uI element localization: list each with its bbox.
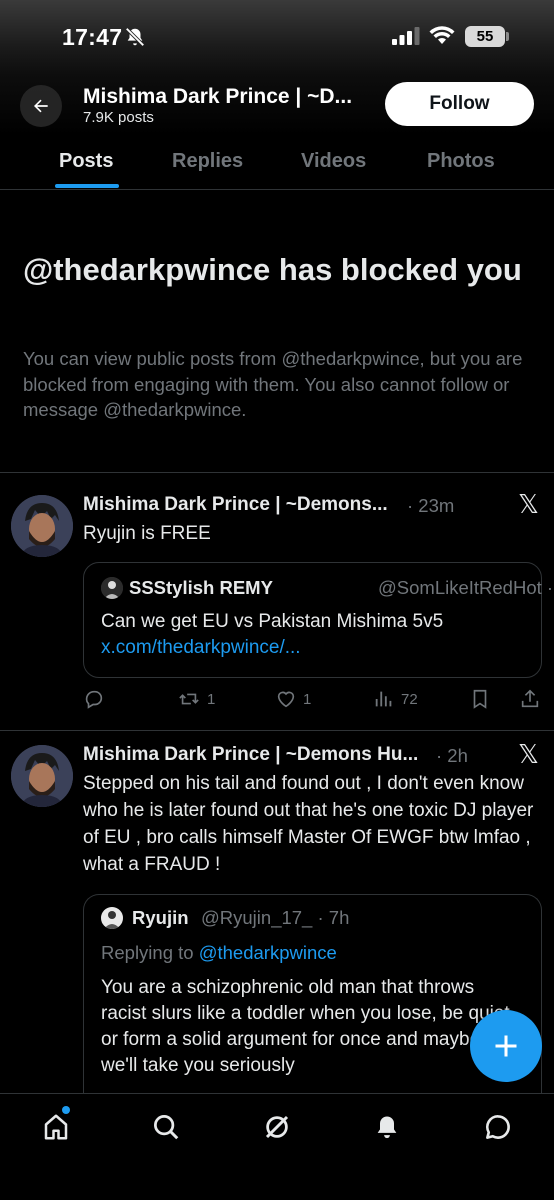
like-count: 1 (303, 690, 312, 708)
nav-messages[interactable] (481, 1110, 515, 1144)
search-icon (154, 1115, 179, 1140)
post-count: 7.9K posts (83, 109, 154, 126)
notification-dot (62, 1106, 70, 1114)
plus-icon (495, 1035, 517, 1057)
reply-button[interactable] (83, 688, 111, 710)
tweet-timestamp: · 2h (436, 745, 468, 766)
replying-prefix: Replying to (101, 942, 199, 963)
heart-icon (277, 691, 295, 708)
tweet-author-name[interactable]: Mishima Dark Prince | ~Demons... (83, 494, 388, 516)
quote-avatar (101, 907, 123, 929)
messages-icon (485, 1115, 510, 1139)
notifications-icon (377, 1116, 397, 1139)
nav-home[interactable] (39, 1110, 73, 1144)
avatar-image (11, 745, 73, 807)
views-button[interactable]: 72 (373, 688, 418, 710)
x-logo-icon: 𝕏 (518, 490, 539, 520)
share-button[interactable] (519, 688, 541, 710)
arrow-left-icon (34, 99, 48, 113)
tweet-actions: 1 1 72 (83, 688, 543, 714)
tweet-author-name[interactable]: Mishima Dark Prince | ~Demons Hu... (83, 744, 418, 766)
signal-icon (392, 27, 420, 45)
quote-author-name: Ryujin (132, 907, 189, 928)
bookmark-button[interactable] (469, 688, 491, 710)
avatar-image (101, 907, 123, 929)
replying-mention[interactable]: @thedarkpwince (199, 942, 337, 963)
blocked-title: @thedarkpwince has blocked you (23, 252, 522, 287)
grok-icon (265, 1115, 289, 1139)
home-icon (44, 1114, 68, 1140)
compose-button[interactable] (470, 1010, 542, 1082)
repost-icon (179, 693, 199, 705)
quote-author-handle: @SomLikeItRedHot · 1h (378, 577, 554, 598)
quote-text: You are a schizophrenic old man that thr… (101, 977, 510, 1076)
bottom-navigation (0, 1093, 554, 1200)
blocked-description: You can view public posts from @thedarkp… (23, 348, 523, 420)
nav-notifications[interactable] (370, 1110, 404, 1144)
wifi-icon (429, 26, 455, 44)
nav-grok[interactable] (260, 1110, 294, 1144)
reply-icon (85, 690, 103, 709)
bell-off-icon (125, 27, 145, 47)
quote-link[interactable]: x.com/thedarkpwince/... (101, 637, 301, 659)
status-time: 17:47 (62, 24, 123, 50)
quoted-tweet[interactable]: SSStylish REMY @SomLikeItRedHot · 1h Can… (83, 562, 554, 678)
section-divider (0, 472, 554, 473)
profile-header: Mishima Dark Prince | ~D... 7.9K posts F… (0, 75, 554, 135)
quote-author-handle: @Ryujin_17_ · 7h (201, 907, 350, 928)
quote-avatar (101, 577, 123, 599)
quote-text: Can we get EU vs Pakistan Mishima 5v5 (101, 611, 444, 632)
tab-photos[interactable]: Photos (427, 150, 495, 173)
analytics-icon (375, 691, 392, 707)
bookmark-icon (473, 689, 487, 709)
avatar-image (11, 495, 73, 557)
tab-posts[interactable]: Posts (59, 150, 113, 173)
quoted-tweet[interactable]: Ryujin @Ryujin_17_ · 7h Replying to @the… (83, 894, 542, 1094)
status-bar: 17:47 55 (0, 0, 554, 75)
avatar-image (101, 577, 123, 599)
profile-name: Mishima Dark Prince | ~D... (83, 85, 353, 108)
tab-replies[interactable]: Replies (172, 150, 243, 173)
follow-button[interactable]: Follow (385, 82, 534, 126)
replying-to: Replying to @thedarkpwince (101, 942, 337, 964)
avatar[interactable] (11, 745, 73, 807)
profile-tabs: Posts Replies Videos Photos (0, 135, 554, 190)
share-icon (521, 689, 539, 708)
back-button[interactable] (20, 85, 62, 127)
like-button[interactable]: 1 (275, 688, 311, 710)
tweet-timestamp: · 23m (407, 495, 455, 516)
tweet-text: Ryujin is FREE (83, 523, 211, 544)
quote-author-name: SSStylish REMY (129, 577, 273, 598)
nav-search[interactable] (149, 1110, 183, 1144)
tweet-text: Stepped on his tail and found out , I do… (83, 773, 534, 875)
battery-tip (506, 32, 509, 41)
repost-button[interactable]: 1 (177, 688, 215, 710)
tab-videos[interactable]: Videos (301, 150, 366, 173)
view-count: 72 (401, 690, 418, 708)
battery-indicator: 55 (465, 26, 505, 47)
tweet-divider (0, 730, 554, 731)
avatar[interactable] (11, 495, 73, 557)
repost-count: 1 (207, 690, 216, 708)
active-tab-indicator (55, 184, 119, 188)
x-logo-icon: 𝕏 (518, 740, 539, 770)
